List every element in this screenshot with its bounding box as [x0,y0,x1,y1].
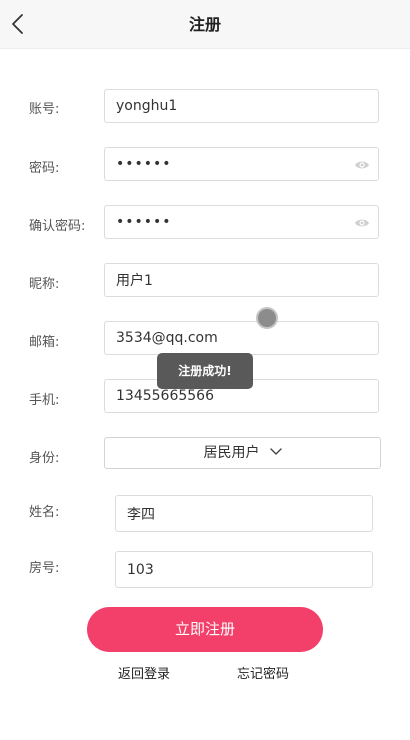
account-label: 账号: [29,102,60,117]
nickname-input[interactable] [105,264,335,296]
room-input[interactable] [116,552,356,587]
name-input[interactable] [116,496,356,531]
top-bar: 注册 [0,0,410,49]
name-label: 姓名: [29,505,60,520]
nickname-field-box [104,263,379,297]
identity-select[interactable]: 居民用户 [104,437,381,469]
eye-icon[interactable] [354,157,370,171]
email-input[interactable] [105,322,335,354]
account-input[interactable] [105,90,335,122]
register-button[interactable]: 立即注册 [87,607,323,652]
eye-icon[interactable] [354,215,370,229]
name-field-box [115,495,373,532]
email-label: 邮箱: [29,335,60,350]
identity-selected-value: 居民用户 [203,445,260,461]
confirm-password-field-box [104,205,379,239]
forgot-password-link[interactable]: 忘记密码 [237,663,289,682]
email-field-box [104,321,379,355]
room-field-box [115,551,373,588]
password-input[interactable] [105,148,335,180]
account-field-box [104,89,379,123]
page-title: 注册 [188,15,221,34]
nickname-label: 昵称: [29,277,60,292]
confirm-password-input[interactable] [105,206,335,238]
touch-indicator [256,307,278,329]
back-to-login-link[interactable]: 返回登录 [118,663,170,682]
success-toast: 注册成功! [157,353,253,389]
phone-label: 手机: [29,393,60,408]
room-label: 房号: [29,561,60,576]
password-label: 密码: [29,161,60,176]
password-field-box [104,147,379,181]
chevron-down-icon [269,437,282,467]
identity-label: 身份: [29,451,60,466]
confirm-password-label: 确认密码: [29,219,86,234]
